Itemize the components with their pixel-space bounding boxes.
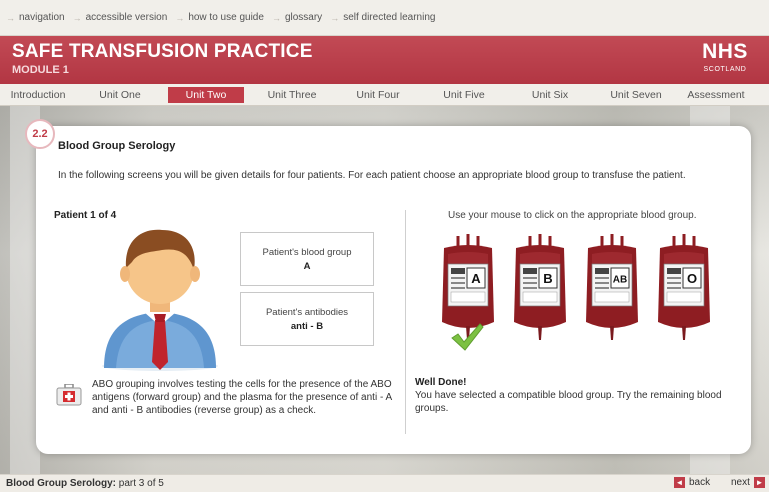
tab-assessment[interactable]: Assessment [684, 87, 748, 103]
patient-antibodies-box: Patient's antibodies anti - B [240, 292, 374, 346]
tab-introduction[interactable]: Introduction [4, 87, 72, 103]
tab-unit-four[interactable]: Unit Four [340, 87, 416, 103]
logo-sub-text: SCOTLAND [703, 66, 747, 73]
nav-link-navigation[interactable]: → navigation [6, 12, 65, 23]
blood-bag-icon: O [658, 234, 710, 340]
checkmark-icon [451, 323, 484, 351]
tab-unit-five[interactable]: Unit Five [426, 87, 502, 103]
blood-bag-o[interactable]: O [654, 234, 714, 346]
tab-unit-seven[interactable]: Unit Seven [598, 87, 674, 103]
abo-grouping-note: ABO grouping involves testing the cells … [92, 379, 392, 416]
nav-link-label: glossary [284, 12, 323, 23]
patient-avatar-illustration [102, 229, 218, 371]
footer-bar: Blood Group Serology: part 3 of 5 ◄ back… [0, 474, 769, 492]
first-aid-kit-icon [56, 384, 82, 406]
module-label: MODULE 1 [12, 64, 69, 76]
patient-counter: Patient 1 of 4 [54, 210, 117, 221]
nav-link-label: how to use guide [188, 12, 264, 23]
top-navigation: → navigation → accessible version → how to … [0, 0, 769, 36]
back-arrow-icon: ◄ [674, 477, 685, 488]
tab-unit-three[interactable]: Unit Three [254, 87, 330, 103]
nav-link-glossary[interactable]: → glossary [272, 12, 322, 23]
section-title: Blood Group Serology [58, 140, 176, 152]
blood-group-label: Patient's blood group [262, 246, 352, 258]
bag-group-label: B [543, 271, 552, 286]
course-title: SAFE TRANSFUSION PRACTICE [12, 41, 313, 62]
bag-group-label: A [471, 271, 481, 286]
nav-link-self-directed-learning[interactable]: → self directed learning [330, 12, 435, 23]
nav-link-label: self directed learning [343, 12, 436, 23]
antibodies-value: anti - B [290, 320, 324, 332]
nav-link-label: navigation [19, 12, 65, 23]
instruction-text: Use your mouse to click on the appropria… [448, 210, 697, 221]
vertical-divider [405, 210, 406, 434]
next-button[interactable]: next ► [731, 477, 765, 488]
arrow-icon: → [330, 12, 340, 23]
nav-link-how-to-use-guide[interactable]: → how to use guide [175, 12, 264, 23]
arrow-icon: → [175, 12, 185, 23]
next-arrow-icon: ► [753, 477, 765, 488]
tab-unit-two[interactable]: Unit Two [168, 86, 244, 103]
back-label: back [689, 477, 711, 488]
blood-bag-icon: B [514, 234, 566, 340]
content-panel: Blood Group Serology In the following sc… [36, 126, 751, 454]
feedback-title: Well Done! [415, 377, 467, 388]
logo-main-text: NHS [702, 40, 748, 63]
blood-group-value: A [303, 260, 311, 272]
blood-bag-icon: AB [586, 234, 638, 340]
arrow-icon: → [271, 12, 281, 23]
unit-tabs: Introduction Unit One Unit Two Unit Thre… [0, 84, 769, 106]
bag-group-label: AB [613, 275, 627, 286]
section-number-badge: 2.2 [25, 119, 55, 149]
next-label: next [731, 477, 750, 488]
tab-unit-one[interactable]: Unit One [82, 87, 158, 103]
intro-text: In the following screens you will be giv… [58, 170, 686, 181]
blood-bag-b[interactable]: B [510, 234, 570, 346]
tab-unit-six[interactable]: Unit Six [512, 87, 588, 103]
progress-indicator: Blood Group Serology: part 3 of 5 [6, 478, 164, 489]
nav-link-accessible-version[interactable]: → accessible version [73, 12, 168, 23]
footer-part-label: part 3 of 5 [118, 478, 164, 489]
back-button[interactable]: ◄ back [674, 477, 710, 488]
module-header: SAFE TRANSFUSION PRACTICE MODULE 1 NHS S… [0, 36, 769, 84]
bag-group-label: O [687, 271, 697, 286]
arrow-icon: → [72, 12, 82, 23]
feedback-text: You have selected a compatible blood gro… [415, 390, 722, 414]
arrow-icon: → [6, 12, 15, 23]
footer-section-name: Blood Group Serology: [6, 478, 116, 489]
blood-bag-ab[interactable]: AB [582, 234, 642, 346]
feedback-message: Well Done! You have selected a compatibl… [415, 376, 745, 415]
nav-link-label: accessible version [85, 12, 168, 23]
nhs-scotland-logo: NHS SCOTLAND [693, 40, 757, 73]
patient-blood-group-box: Patient's blood group A [240, 232, 374, 286]
antibodies-label: Patient's antibodies [265, 306, 349, 318]
